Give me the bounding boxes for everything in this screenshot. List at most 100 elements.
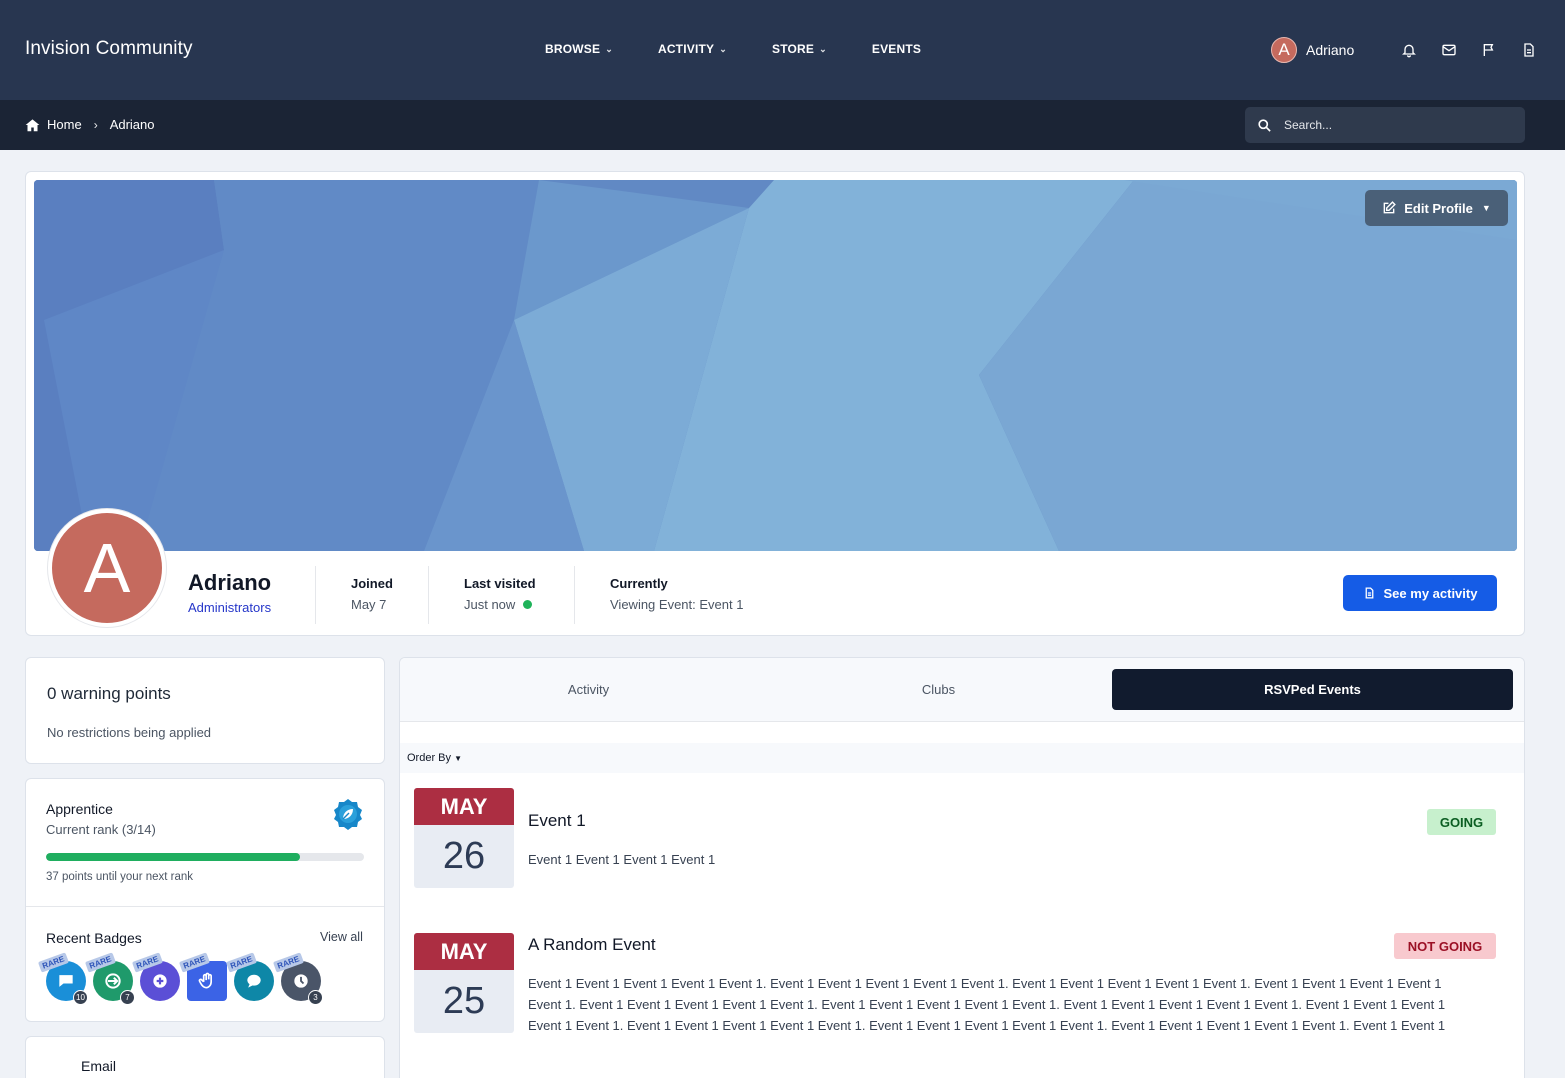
breadcrumb: Home › Adriano	[25, 117, 155, 132]
bell-icon[interactable]	[1400, 41, 1418, 59]
rsvp-status-badge: GOING	[1427, 809, 1496, 835]
event-day: 25	[442, 980, 486, 1022]
user-area: A Adriano	[1271, 37, 1538, 63]
badge-item[interactable]: RARE 10	[37, 952, 88, 1005]
event-day: 26	[442, 835, 486, 877]
stat-currently: Currently Viewing Event: Event 1	[574, 566, 874, 624]
chevron-down-icon: ⌄	[819, 43, 827, 54]
nav-activity-label: ACTIVITY	[657, 42, 715, 56]
rank-title: Apprentice	[46, 801, 113, 817]
home-icon[interactable]	[25, 118, 40, 132]
tab-clubs[interactable]: Clubs	[763, 669, 1114, 710]
event-month: MAY	[414, 933, 514, 970]
breadcrumb-home[interactable]: Home	[47, 117, 82, 132]
rank-subtitle: Current rank (3/14)	[46, 822, 156, 837]
nav-browse-label: BROWSE	[545, 42, 601, 56]
user-avatar[interactable]: A	[1271, 37, 1297, 63]
badge-count: 10	[73, 990, 88, 1005]
badge-item[interactable]: RARE	[131, 952, 180, 1001]
profile-header-card: Edit Profile ▼ A Adriano Administrators …	[25, 171, 1525, 636]
speech-bubble-icon	[59, 975, 73, 987]
profile-content-panel: Activity Clubs RSVPed Events Order By ▼ …	[399, 657, 1525, 1078]
plus-circle-icon	[153, 974, 167, 988]
warning-points-title: 0 warning points	[47, 684, 171, 703]
view-all-badges-link[interactable]: View all	[320, 930, 363, 944]
edit-profile-label: Edit Profile	[1404, 200, 1473, 216]
waving-hand-icon	[198, 972, 212, 989]
badge-item[interactable]: RARE	[225, 952, 274, 1001]
rank-progress-bar	[46, 853, 364, 861]
nav-browse[interactable]: BROWSE ⌄	[545, 42, 613, 56]
nav-events[interactable]: EVENTS	[872, 42, 921, 56]
online-status-dot	[523, 600, 533, 609]
clock-icon	[294, 974, 308, 988]
breadcrumb-current[interactable]: Adriano	[110, 117, 155, 132]
chevron-down-icon: ⌄	[719, 43, 727, 54]
badge-list: RARE 10 RARE 7 RARE RARE RARE RARE 3	[37, 952, 328, 1005]
stat-joined-label: Joined	[351, 576, 393, 591]
nav-events-label: EVENTS	[871, 42, 922, 56]
panel-divider	[26, 906, 384, 907]
stat-last-visited: Last visited Just now	[428, 566, 575, 624]
nav-store-label: STORE	[771, 42, 815, 56]
tab-activity[interactable]: Activity	[400, 669, 777, 710]
edit-icon	[1383, 201, 1397, 214]
stat-joined-value: May 7	[351, 597, 387, 612]
chevron-right-icon: ›	[93, 117, 98, 132]
document-icon	[1365, 587, 1373, 599]
badge-item[interactable]: RARE	[178, 952, 227, 1001]
tab-rsvped-events[interactable]: RSVPed Events	[1112, 669, 1513, 710]
nav-activity[interactable]: ACTIVITY ⌄	[658, 42, 727, 56]
profile-group[interactable]: Administrators	[188, 600, 271, 615]
edit-profile-button[interactable]: Edit Profile ▼	[1365, 190, 1508, 226]
recent-badges-title: Recent Badges	[46, 930, 142, 946]
search-input[interactable]	[1284, 118, 1504, 132]
site-brand[interactable]: Invision Community	[25, 38, 193, 60]
order-by-dropdown[interactable]: Order By ▼	[407, 752, 462, 764]
event-description: Event 1 Event 1 Event 1 Event 1 Event 1.…	[528, 976, 1446, 1033]
profile-avatar: A	[48, 509, 166, 627]
event-description: Event 1 Event 1 Event 1 Event 1	[528, 852, 716, 867]
profile-name: Adriano	[188, 570, 272, 595]
event-month: MAY	[414, 788, 514, 825]
caret-down-icon: ▼	[1481, 203, 1491, 213]
search-icon	[1258, 118, 1271, 132]
email-label: Email	[81, 1058, 117, 1074]
main-nav: BROWSE ⌄ ACTIVITY ⌄ STORE ⌄ EVENTS	[545, 42, 966, 56]
stat-last-visited-label: Last visited	[464, 576, 536, 591]
badge-count: 7	[120, 990, 135, 1005]
envelope-icon[interactable]	[1440, 41, 1458, 59]
badge-item[interactable]: RARE 7	[84, 952, 135, 1005]
order-bar: Order By ▼	[400, 743, 1524, 773]
rank-badges-panel: Apprentice Current rank (3/14) 37 points…	[25, 778, 385, 1022]
event-date-block: MAY 26	[414, 788, 514, 888]
search-box[interactable]	[1245, 107, 1525, 143]
stat-currently-label: Currently	[610, 576, 668, 591]
event-title[interactable]: Event 1	[528, 811, 586, 831]
user-menu-name[interactable]: Adriano	[1306, 42, 1354, 58]
rsvp-status-badge: NOT GOING	[1394, 933, 1496, 959]
warning-points-subtitle: No restrictions being applied	[47, 725, 212, 740]
stat-currently-value[interactable]: Viewing Event: Event 1	[610, 597, 874, 612]
flag-icon[interactable]	[1480, 41, 1498, 59]
chevron-down-icon: ⌄	[605, 43, 613, 54]
see-my-activity-button[interactable]: See my activity	[1343, 575, 1497, 611]
top-navigation-bar: Invision Community BROWSE ⌄ ACTIVITY ⌄ STO…	[0, 0, 1565, 100]
rank-next-text: 37 points until your next rank	[46, 871, 194, 883]
event-title[interactable]: A Random Event	[528, 935, 656, 955]
nav-store[interactable]: STORE ⌄	[772, 42, 827, 56]
rank-badge-leaf-icon	[334, 799, 362, 830]
arrow-enter-icon	[105, 973, 121, 989]
stat-last-visited-value-row: Just now	[464, 597, 575, 612]
event-date-block: MAY 25	[414, 933, 514, 1033]
rank-progress-fill	[46, 853, 301, 861]
document-icon[interactable]	[1520, 41, 1538, 59]
caret-down-icon: ▼	[454, 754, 462, 763]
badge-count: 3	[308, 990, 323, 1005]
see-my-activity-label: See my activity	[1383, 585, 1478, 601]
stat-last-visited-value: Just now	[464, 597, 516, 612]
email-panel: Email	[25, 1036, 385, 1078]
order-by-label: Order By	[407, 752, 452, 764]
badge-item[interactable]: RARE 3	[272, 952, 323, 1005]
stat-joined: Joined May 7	[315, 566, 429, 624]
